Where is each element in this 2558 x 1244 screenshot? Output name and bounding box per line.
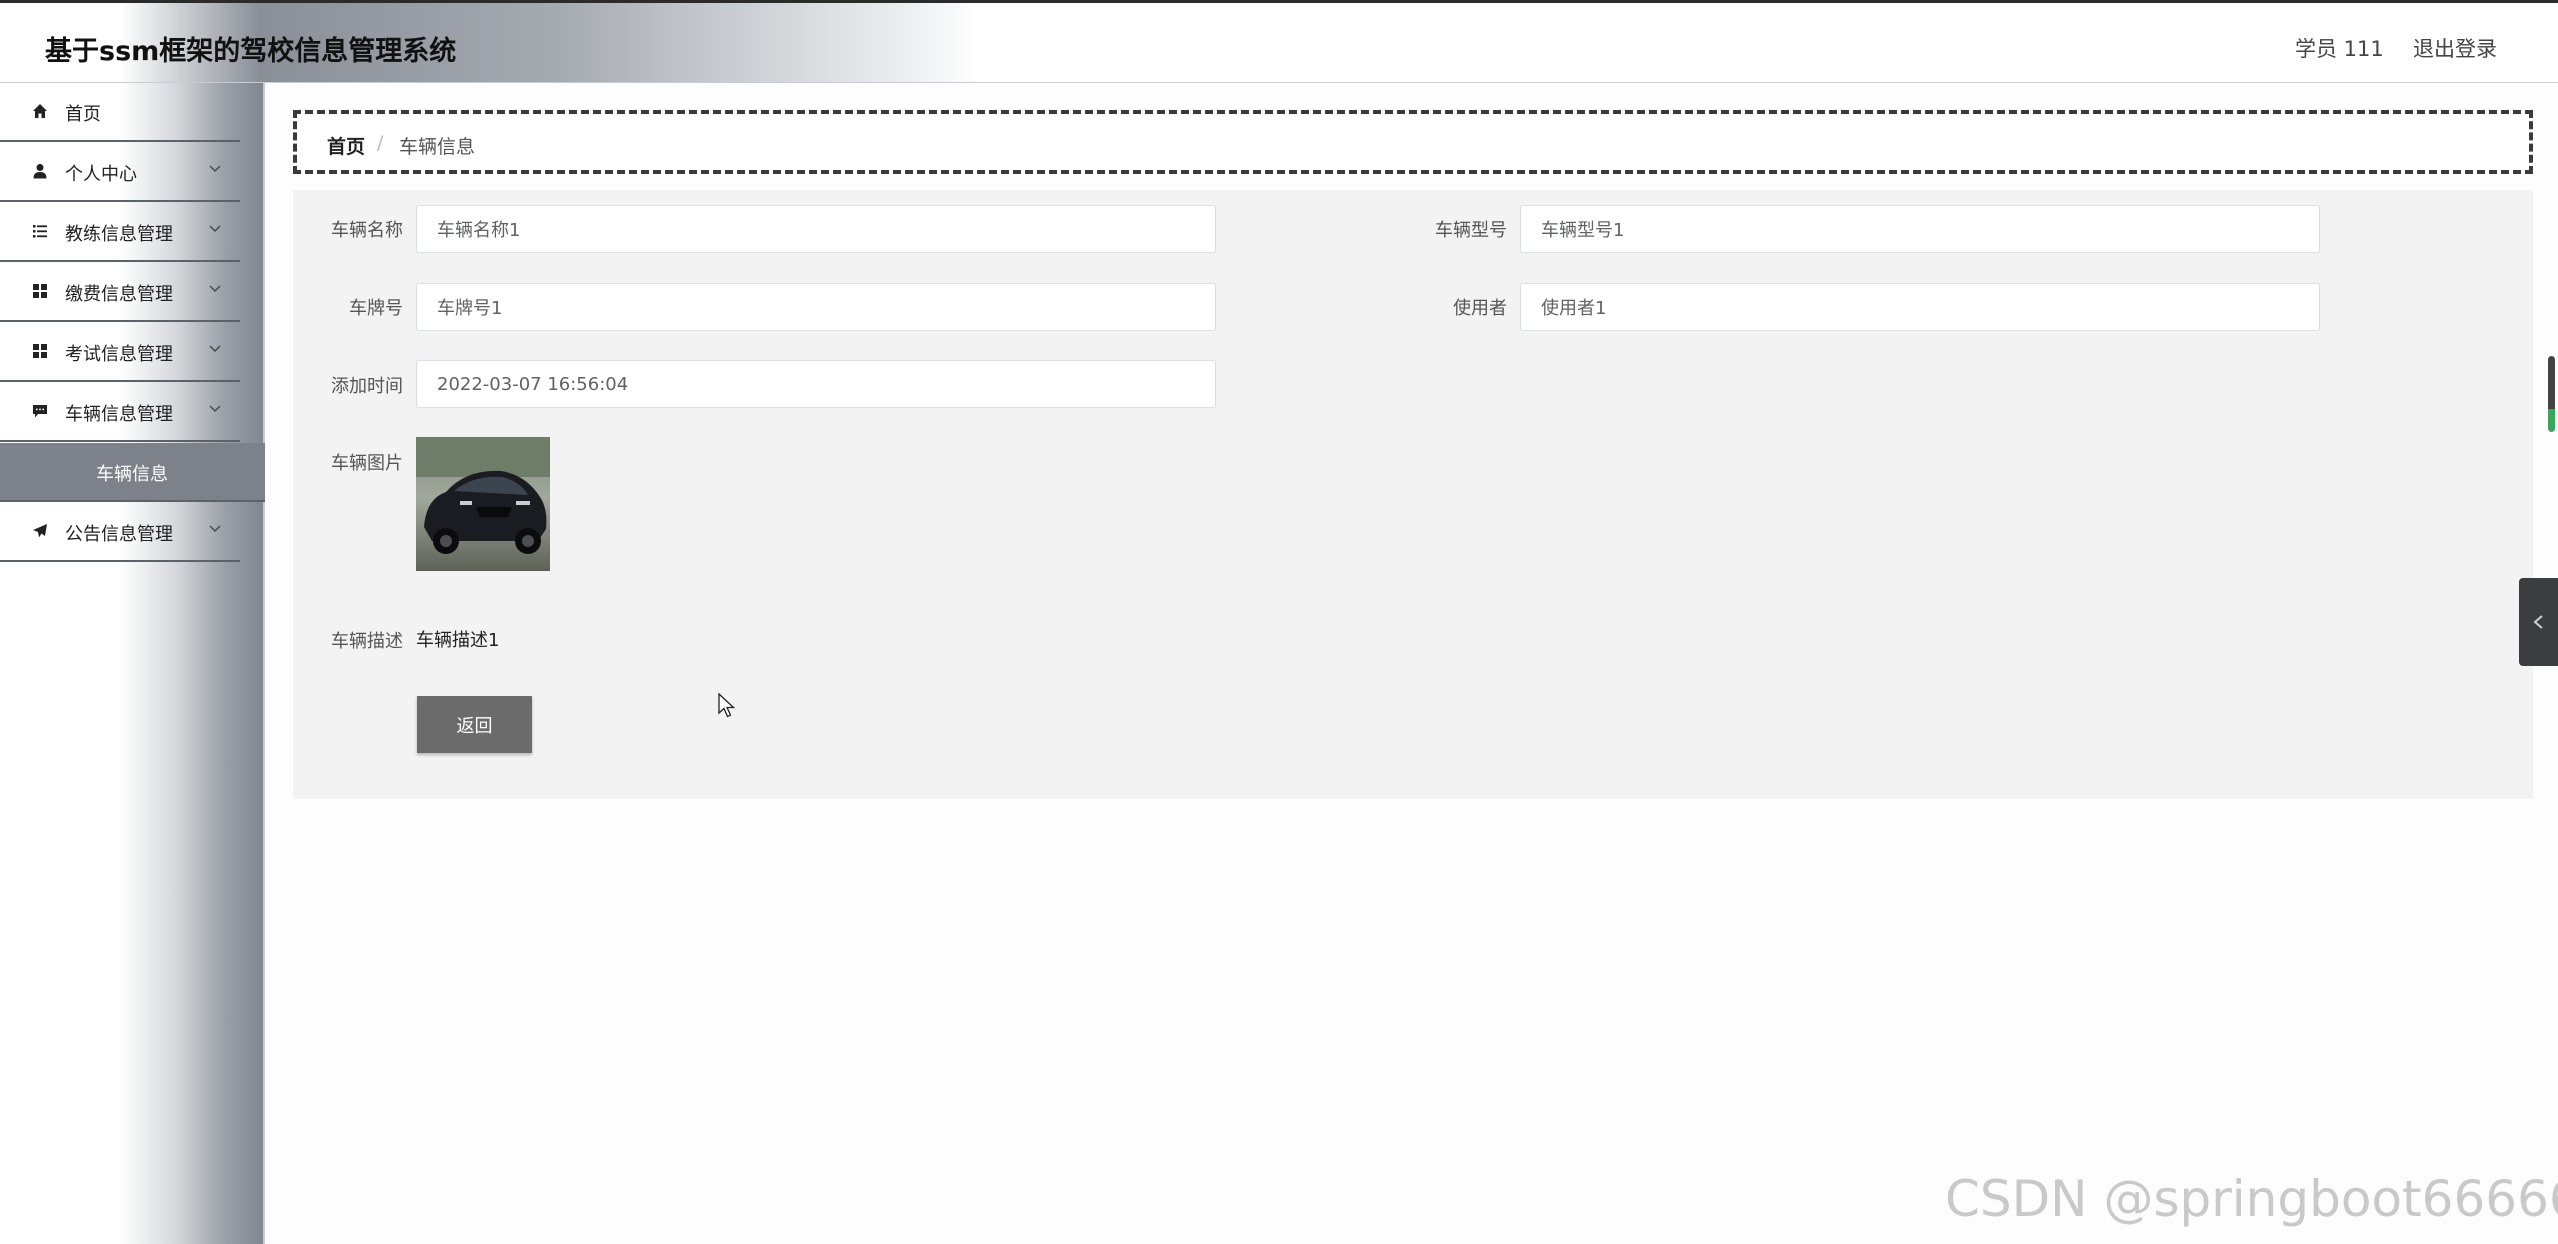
- vehicle-image[interactable]: [416, 437, 550, 571]
- chevron-down-icon: [209, 165, 221, 172]
- sidebar-item-label: 公告信息管理: [65, 524, 173, 545]
- vehicle-description-text: 车辆描述1: [416, 630, 500, 651]
- sidebar-subitem-label: 车辆信息: [96, 464, 168, 485]
- sidebar-item-label: 缴费信息管理: [65, 284, 173, 305]
- added-time-label: 添加时间: [331, 376, 403, 397]
- chevron-down-icon: [209, 285, 221, 292]
- csdn-watermark: CSDN @springboot666666: [1945, 1170, 2558, 1228]
- car-photo-icon: [416, 437, 550, 571]
- chevron-left-icon: [2533, 615, 2543, 629]
- sidebar-item-label: 教练信息管理: [65, 224, 173, 245]
- grid-icon: [33, 284, 47, 298]
- sidebar-item-payment-management[interactable]: 缴费信息管理: [0, 263, 240, 322]
- breadcrumb-current: 车辆信息: [399, 136, 476, 158]
- logout-link[interactable]: 退出登录: [2413, 33, 2497, 63]
- back-button[interactable]: 返回: [417, 696, 532, 753]
- list-icon: [33, 225, 47, 238]
- top-header: 基于ssm框架的驾校信息管理系统 学员 111 退出登录: [0, 0, 2558, 83]
- vehicle-image-label: 车辆图片: [331, 453, 403, 474]
- vehicle-name-field[interactable]: [416, 205, 1216, 253]
- chevron-down-icon: [209, 525, 221, 532]
- sidebar-subitem-vehicle-info[interactable]: 车辆信息: [0, 443, 265, 502]
- sidebar-item-label: 车辆信息管理: [65, 404, 173, 425]
- sidebar: 首页 个人中心 教练信息管理 缴费信息管理 考试信息管理 车辆信息管理 车辆信息…: [0, 83, 265, 1244]
- sidebar-item-vehicle-management[interactable]: 车辆信息管理: [0, 383, 240, 442]
- app-title: 基于ssm框架的驾校信息管理系统: [45, 36, 457, 67]
- chevron-down-icon: [209, 405, 221, 412]
- breadcrumb-separator: /: [377, 132, 384, 154]
- breadcrumb: 首页 / 车辆信息: [293, 110, 2533, 174]
- scrollbar-thumb[interactable]: [2548, 356, 2555, 432]
- vehicle-model-label: 车辆型号: [1435, 220, 1507, 241]
- side-panel-toggle[interactable]: [2519, 578, 2558, 666]
- sidebar-item-label: 首页: [65, 104, 101, 125]
- vehicle-model-field[interactable]: [1520, 205, 2320, 253]
- sidebar-item-personal-center[interactable]: 个人中心: [0, 143, 240, 202]
- vehicle-detail-form: 车辆名称 车辆型号 车牌号 使用者 添加时间 车辆图片 车辆描述 车辆描述1 返…: [293, 190, 2533, 799]
- vehicle-user-label: 使用者: [1453, 298, 1507, 319]
- message-icon: [33, 405, 47, 418]
- user-icon: [33, 164, 47, 179]
- grid-icon: [33, 344, 47, 358]
- sidebar-item-label: 考试信息管理: [65, 344, 173, 365]
- sidebar-item-coach-management[interactable]: 教练信息管理: [0, 203, 240, 262]
- mouse-cursor-icon: [718, 693, 736, 718]
- plate-number-label: 车牌号: [349, 298, 403, 319]
- chevron-down-icon: [209, 225, 221, 232]
- vehicle-description-label: 车辆描述: [331, 631, 403, 652]
- send-icon: [33, 524, 47, 538]
- plate-number-field[interactable]: [416, 283, 1216, 331]
- vehicle-user-field[interactable]: [1520, 283, 2320, 331]
- added-time-field[interactable]: [416, 360, 1216, 408]
- sidebar-item-notice-management[interactable]: 公告信息管理: [0, 503, 240, 562]
- home-icon: [33, 104, 47, 118]
- sidebar-item-home[interactable]: 首页: [0, 83, 240, 142]
- vehicle-name-label: 车辆名称: [331, 220, 403, 241]
- breadcrumb-home-link[interactable]: 首页: [327, 132, 365, 159]
- sidebar-item-exam-management[interactable]: 考试信息管理: [0, 323, 240, 382]
- current-user-label: 学员 111: [2295, 37, 2384, 61]
- sidebar-item-label: 个人中心: [65, 164, 137, 185]
- chevron-down-icon: [209, 345, 221, 352]
